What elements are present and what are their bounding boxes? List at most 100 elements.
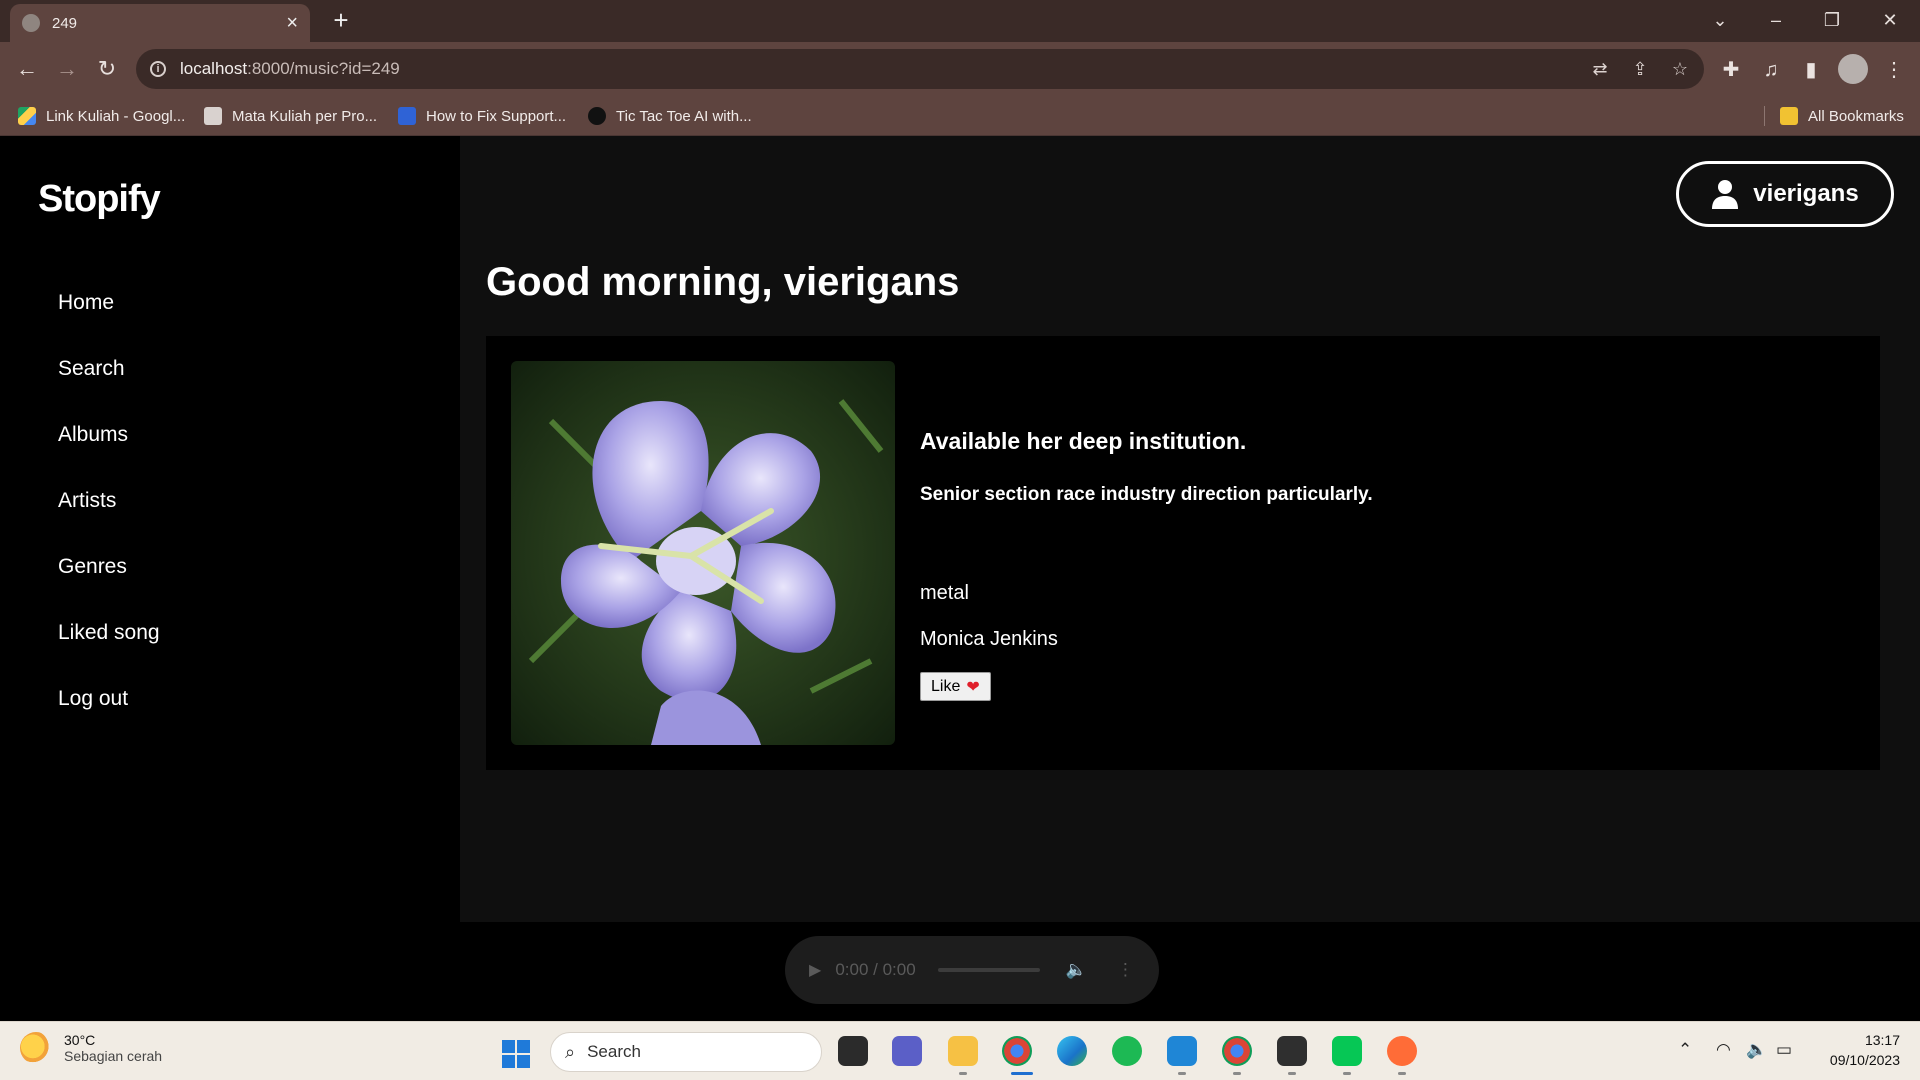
app-running-indicator xyxy=(1343,1072,1351,1075)
app-running-indicator xyxy=(1178,1072,1186,1075)
sidebar-item-genres[interactable]: Genres xyxy=(58,554,160,620)
browser-tab[interactable]: 249 × xyxy=(10,4,310,42)
vscode-icon[interactable] xyxy=(1167,1036,1197,1066)
audio-options-icon[interactable]: ⋮ xyxy=(1117,960,1134,980)
bookmark-site-icon xyxy=(398,107,416,125)
profile-avatar[interactable] xyxy=(1838,54,1868,84)
seek-slider[interactable] xyxy=(937,968,1040,972)
player-bar: ▶ 0:00 / 0:00 🔈 ⋮ xyxy=(0,922,1920,1021)
taskbar-search-box[interactable]: ⌕ Search xyxy=(550,1032,822,1072)
like-label: Like xyxy=(931,677,961,695)
user-profile-button[interactable]: vierigans xyxy=(1676,161,1894,227)
reload-icon[interactable]: ↻ xyxy=(91,53,123,85)
back-arrow-icon[interactable]: ← xyxy=(11,53,43,85)
weather-widget[interactable]: 30°C Sebagian cerah xyxy=(20,1032,162,1064)
edge-icon[interactable] xyxy=(1057,1036,1087,1066)
app-running-indicator xyxy=(1288,1072,1296,1075)
translate-icon[interactable]: ⇄ xyxy=(1588,57,1612,81)
clock-date: 09/10/2023 xyxy=(1829,1052,1900,1068)
sidebar-item-search[interactable]: Search xyxy=(58,356,160,422)
album-cover-image xyxy=(511,361,895,745)
all-bookmarks-label: All Bookmarks xyxy=(1808,107,1904,125)
bookmark-site-icon xyxy=(588,107,606,125)
sidebar-item-artists[interactable]: Artists xyxy=(58,488,160,554)
chrome-profile-icon[interactable] xyxy=(1222,1036,1252,1066)
audio-player[interactable]: ▶ 0:00 / 0:00 🔈 ⋮ xyxy=(785,936,1159,1004)
sidebar-item-log-out[interactable]: Log out xyxy=(58,686,160,752)
minimize-button[interactable]: – xyxy=(1748,0,1804,40)
clock-time: 13:17 xyxy=(1864,1032,1900,1048)
play-icon[interactable]: ▶ xyxy=(809,960,821,980)
show-hidden-icons-chevron-icon[interactable]: ⌃ xyxy=(1678,1040,1692,1060)
restore-button[interactable]: ❐ xyxy=(1804,0,1860,40)
battery-icon[interactable]: ▭ xyxy=(1776,1040,1792,1060)
side-panel-icon[interactable]: ▮ xyxy=(1797,56,1825,84)
new-tab-button[interactable]: + xyxy=(325,4,357,36)
bookmark-label: Tic Tac Toe AI with... xyxy=(616,107,752,125)
site-info-icon[interactable]: i xyxy=(150,61,166,77)
browser-tab-strip: 249 × + ⌄ – ❐ ✕ xyxy=(0,0,1920,42)
taskbar: 30°C Sebagian cerah ⌕ Search ⌃ ◠ 🔈 ▭ 13:… xyxy=(0,1021,1920,1080)
app-running-indicator xyxy=(1398,1072,1406,1075)
url-text: localhost:8000/music?id=249 xyxy=(180,59,400,78)
heart-icon: ❤ xyxy=(966,678,980,696)
task-view-icon[interactable] xyxy=(838,1036,868,1066)
media-control-icon[interactable]: ♫ xyxy=(1757,56,1785,84)
bookmark-item[interactable]: Tic Tac Toe AI with... xyxy=(588,104,752,128)
share-icon[interactable]: ⇪ xyxy=(1628,57,1652,81)
forward-arrow-icon[interactable]: → xyxy=(51,53,83,85)
bookmark-label: Link Kuliah - Googl... xyxy=(46,107,186,125)
chrome-icon[interactable] xyxy=(1002,1036,1032,1066)
bookmark-item[interactable]: Link Kuliah - Googl... xyxy=(18,104,185,128)
system-clock[interactable]: 13:17 09/10/2023 xyxy=(1810,1030,1900,1070)
user-icon xyxy=(1712,180,1739,209)
search-icon: ⌕ xyxy=(565,1041,576,1062)
page-title: Good morning, vierigans xyxy=(486,260,960,304)
windows-start-icon[interactable] xyxy=(502,1040,530,1068)
app-active-indicator xyxy=(1011,1072,1033,1075)
line-icon[interactable] xyxy=(1332,1036,1362,1066)
file-explorer-icon[interactable] xyxy=(948,1036,978,1066)
app-running-indicator xyxy=(1233,1072,1241,1075)
bookmarks-bar: Link Kuliah - Googl... Mata Kuliah per P… xyxy=(0,96,1920,136)
teams-chat-icon[interactable] xyxy=(892,1036,922,1066)
playback-time: 0:00 / 0:00 xyxy=(835,960,916,979)
browser-toolbar: ← → ↻ i localhost:8000/music?id=249 ⇄ ⇪ … xyxy=(0,42,1920,96)
weather-condition: Sebagian cerah xyxy=(64,1048,163,1064)
menu-kebab-icon[interactable]: ⋮ xyxy=(1880,56,1908,84)
extensions-icon[interactable]: ✚ xyxy=(1717,56,1745,84)
google-drive-icon xyxy=(18,107,36,125)
address-bar[interactable]: i localhost:8000/music?id=249 ⇄ ⇪ ☆ xyxy=(136,49,1704,89)
sidebar: Stopify Home Search Albums Artists Genre… xyxy=(0,136,460,1021)
app-running-indicator xyxy=(959,1072,967,1075)
like-button[interactable]: Like ❤ xyxy=(920,672,991,701)
bookmark-star-icon[interactable]: ☆ xyxy=(1668,57,1692,81)
close-window-button[interactable]: ✕ xyxy=(1862,0,1918,40)
tab-title: 249 xyxy=(52,14,78,32)
bookmark-item[interactable]: How to Fix Support... xyxy=(398,104,566,128)
postman-icon[interactable] xyxy=(1387,1036,1417,1066)
weather-sun-icon xyxy=(20,1032,52,1064)
bookmark-item[interactable]: Mata Kuliah per Pro... xyxy=(204,104,377,128)
song-title: Available her deep institution. xyxy=(920,428,1247,454)
close-tab-icon[interactable]: × xyxy=(286,12,298,35)
app-logo[interactable]: Stopify xyxy=(38,178,161,221)
wifi-icon[interactable]: ◠ xyxy=(1716,1040,1731,1060)
song-description: Senior section race industry direction p… xyxy=(920,484,1373,505)
folder-icon xyxy=(1780,107,1798,125)
sidebar-item-liked-song[interactable]: Liked song xyxy=(58,620,160,686)
all-bookmarks-button[interactable]: All Bookmarks xyxy=(1780,104,1904,128)
sidebar-item-albums[interactable]: Albums xyxy=(58,422,160,488)
tab-search-chevron-icon[interactable]: ⌄ xyxy=(1692,0,1748,40)
speaker-icon[interactable]: 🔈 xyxy=(1746,1040,1767,1060)
bookmark-label: Mata Kuliah per Pro... xyxy=(232,107,378,125)
username-label: vierigans xyxy=(1753,180,1859,207)
terminal-icon[interactable] xyxy=(1277,1036,1307,1066)
song-genre: metal xyxy=(920,582,969,604)
taskbar-search-label: Search xyxy=(587,1042,641,1061)
volume-icon[interactable]: 🔈 xyxy=(1066,960,1087,980)
tab-favicon-icon xyxy=(22,14,40,32)
spotify-icon[interactable] xyxy=(1112,1036,1142,1066)
main-content: vierigans Good morning, vierigans Availa… xyxy=(460,136,1920,922)
sidebar-item-home[interactable]: Home xyxy=(58,290,160,356)
